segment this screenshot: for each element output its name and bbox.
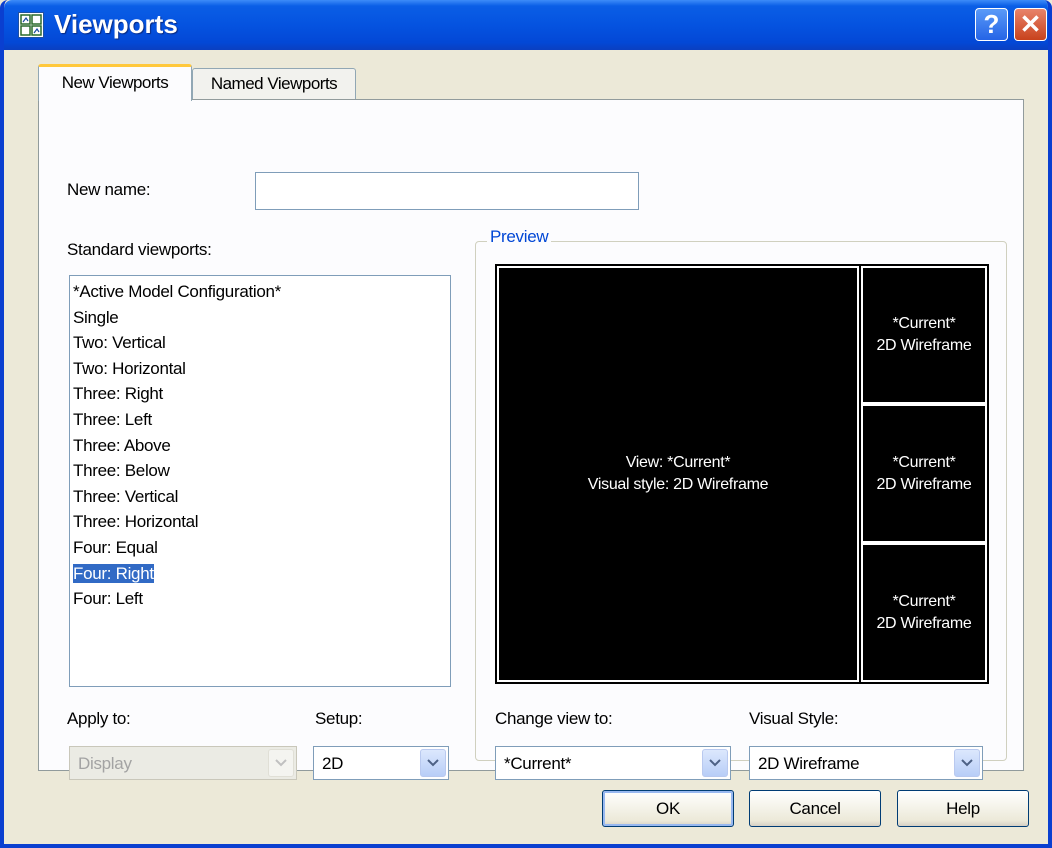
setup-label: Setup: xyxy=(315,709,363,728)
chevron-down-icon xyxy=(268,749,294,777)
chevron-down-icon[interactable] xyxy=(420,749,446,777)
standard-viewports-label: Standard viewports: xyxy=(67,240,212,259)
list-item[interactable]: Four: Left xyxy=(73,586,447,612)
preview-main-viewport: View: *Current* Visual style: 2D Wirefra… xyxy=(497,266,859,682)
list-item[interactable]: Three: Above xyxy=(73,433,447,459)
preview-side-view-text: *Current* xyxy=(892,315,956,332)
setup-select[interactable]: 2D xyxy=(313,746,449,780)
preview-side-style-text: 2D Wireframe xyxy=(876,337,972,354)
preview-side-view-text: *Current* xyxy=(892,453,956,471)
list-item[interactable]: Two: Horizontal xyxy=(73,356,447,382)
viewports-app-icon xyxy=(18,12,44,38)
preview-side-style-text: 2D Wireframe xyxy=(876,614,972,632)
list-item[interactable]: Three: Vertical xyxy=(73,484,447,510)
new-name-label: New name: xyxy=(67,180,151,199)
preview-main-style-text: Visual style: 2D Wireframe xyxy=(587,476,769,493)
preview-canvas: View: *Current* Visual style: 2D Wirefra… xyxy=(495,264,989,684)
window-title: Viewports xyxy=(54,9,178,39)
help-button[interactable]: Help xyxy=(897,790,1029,827)
setup-value: 2D xyxy=(322,754,344,773)
viewports-dialog: Viewports ? ✕ New Viewports Named Viewpo… xyxy=(0,0,1052,848)
list-item[interactable]: Three: Right xyxy=(73,381,447,407)
list-item[interactable]: *Active Model Configuration* xyxy=(73,279,447,305)
tab-named-viewports[interactable]: Named Viewports xyxy=(192,68,356,99)
new-name-input[interactable] xyxy=(255,172,639,210)
preview-label: Preview xyxy=(487,227,552,247)
chevron-down-icon[interactable] xyxy=(954,749,980,777)
visual-style-value: 2D Wireframe xyxy=(758,754,860,773)
preview-main-view-text: View: *Current* xyxy=(625,454,731,471)
tab-panel: New name: Standard viewports: *Active Mo… xyxy=(38,99,1024,780)
apply-to-select: Display xyxy=(69,746,297,780)
change-view-to-value: *Current* xyxy=(504,754,572,773)
cancel-button[interactable]: Cancel xyxy=(749,790,881,827)
preview-side-viewport: *Current* 2D Wireframe xyxy=(861,404,987,543)
visual-style-label: Visual Style: xyxy=(749,709,839,728)
title-bar[interactable]: Viewports ? ✕ xyxy=(4,0,1048,50)
chevron-down-icon[interactable] xyxy=(702,749,728,777)
apply-to-value: Display xyxy=(78,754,132,773)
preview-side-view-text: *Current* xyxy=(892,592,956,610)
list-item-selected[interactable]: Four: Right xyxy=(73,561,447,587)
apply-to-label: Apply to: xyxy=(67,709,131,728)
help-icon[interactable]: ? xyxy=(975,8,1008,41)
close-icon[interactable]: ✕ xyxy=(1014,8,1047,41)
ok-button[interactable]: OK xyxy=(602,790,734,827)
list-item[interactable]: Three: Below xyxy=(73,458,447,484)
preview-side-viewport: *Current* 2D Wireframe xyxy=(861,266,987,404)
tab-new-viewports[interactable]: New Viewports xyxy=(38,64,192,101)
preview-side-style-text: 2D Wireframe xyxy=(876,475,972,493)
standard-viewports-list[interactable]: *Active Model Configuration* Single Two:… xyxy=(69,275,451,687)
visual-style-select[interactable]: 2D Wireframe xyxy=(749,746,983,780)
list-item[interactable]: Single xyxy=(73,305,447,331)
list-item[interactable]: Three: Horizontal xyxy=(73,509,447,535)
change-view-to-select[interactable]: *Current* xyxy=(495,746,731,780)
change-view-to-label: Change view to: xyxy=(495,709,613,728)
preview-side-viewport: *Current* 2D Wireframe xyxy=(861,543,987,682)
list-item[interactable]: Three: Left xyxy=(73,407,447,433)
list-item[interactable]: Two: Vertical xyxy=(73,330,447,356)
list-item[interactable]: Four: Equal xyxy=(73,535,447,561)
